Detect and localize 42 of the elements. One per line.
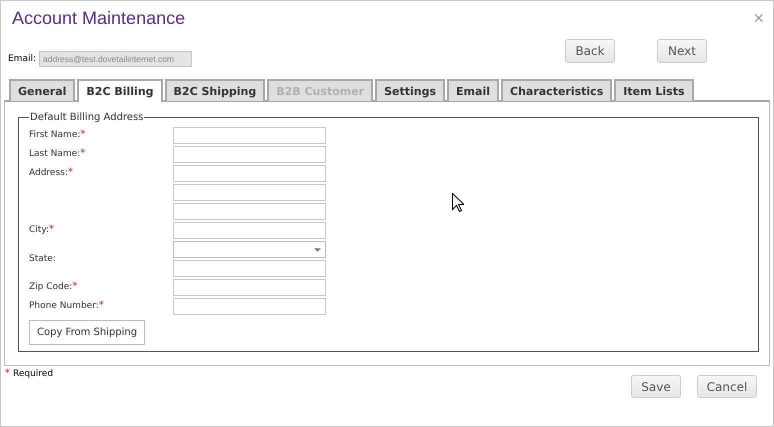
group-legend: Default Billing Address	[29, 112, 144, 123]
field-label: Address:	[29, 168, 68, 178]
tab[interactable]: Settings	[375, 79, 446, 101]
field-label: Phone Number:	[29, 301, 99, 311]
required-mark: *	[49, 224, 54, 235]
input-field[interactable]	[173, 203, 326, 220]
required-mark: *	[72, 281, 78, 292]
required-mark: *	[98, 300, 104, 311]
input-field[interactable]	[173, 260, 326, 277]
required-note: Required	[13, 368, 54, 378]
tab[interactable]: B2C Shipping	[164, 79, 266, 101]
field-label: Last Name:	[29, 149, 80, 159]
email-label: Email:	[8, 54, 36, 64]
field-label: City:	[29, 225, 50, 235]
window-title: Account Maintenance	[12, 8, 186, 28]
input-field[interactable]	[173, 165, 326, 182]
input-field[interactable]	[173, 222, 326, 239]
required-mark: *	[80, 148, 86, 159]
tab[interactable]: Email	[447, 79, 499, 101]
field-label: First Name:	[29, 130, 80, 140]
tab[interactable]: Item Lists	[614, 79, 694, 101]
input-field[interactable]	[173, 279, 326, 296]
input-field[interactable]	[173, 298, 326, 315]
save-button[interactable]: Save	[631, 375, 681, 398]
caret-icon	[314, 248, 321, 252]
next-button[interactable]: Next	[657, 39, 708, 63]
tab[interactable]: B2C Billing	[77, 79, 163, 102]
copy-button[interactable]: Copy From Shipping	[29, 320, 146, 345]
field-label: State:	[29, 254, 56, 264]
tab[interactable]: Characteristics	[501, 79, 612, 101]
cancel-button[interactable]: Cancel	[697, 375, 757, 398]
field-label: Zip Code:	[29, 282, 72, 292]
input-field[interactable]	[173, 127, 326, 144]
required-mark: *	[80, 129, 86, 140]
required-mark: *	[68, 167, 73, 178]
tab[interactable]: General	[9, 79, 76, 101]
required-mark: *	[5, 368, 10, 379]
input-field[interactable]	[173, 184, 326, 201]
input-field[interactable]	[173, 146, 326, 163]
back-button[interactable]: Back	[565, 39, 616, 63]
state-dropdown[interactable]	[173, 241, 326, 258]
pointer-icon	[452, 193, 464, 212]
